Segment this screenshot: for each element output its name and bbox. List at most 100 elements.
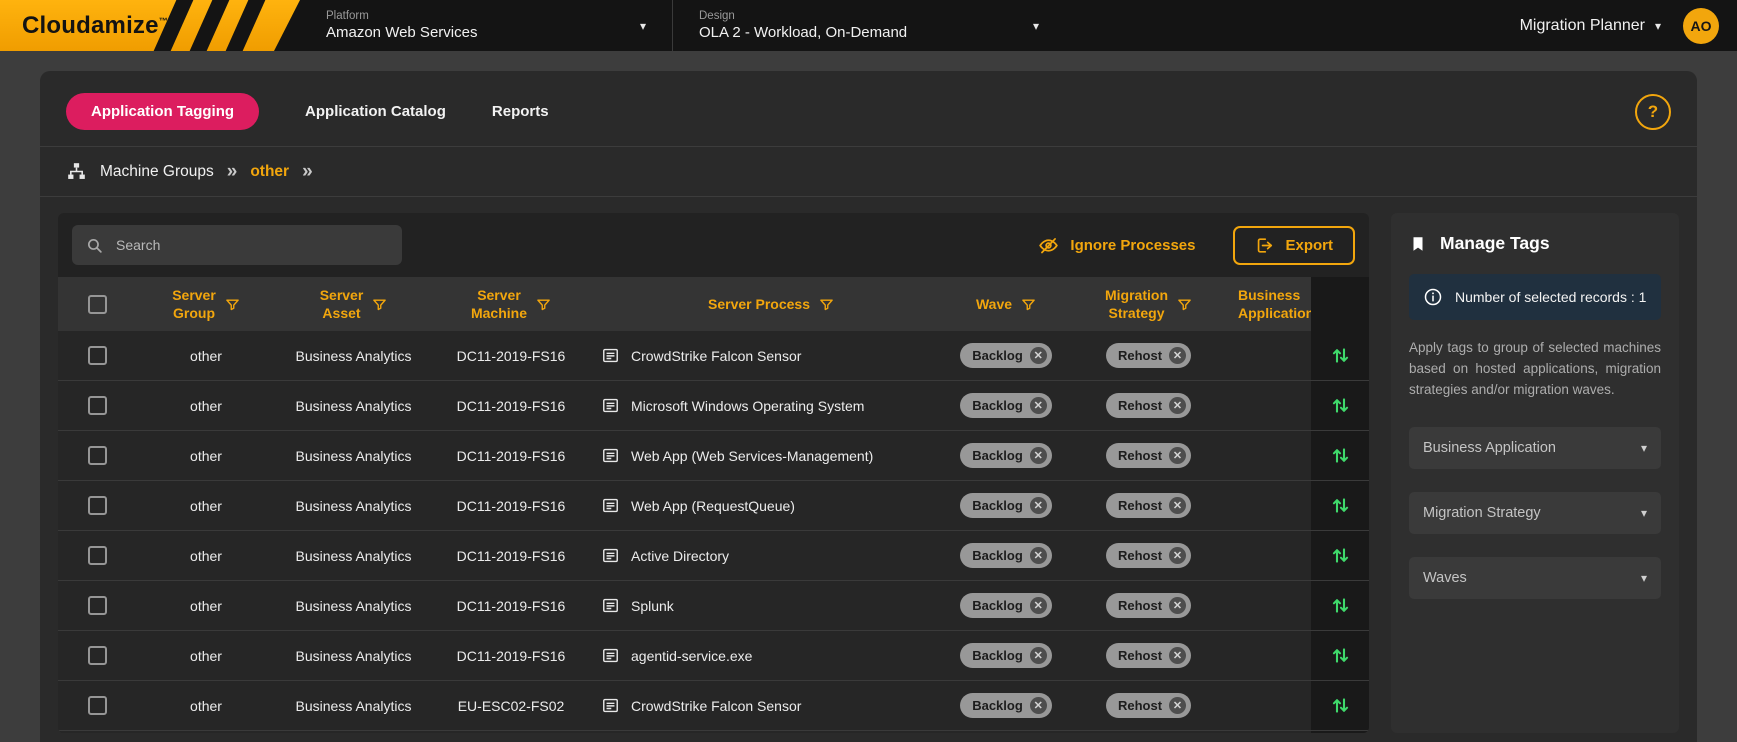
cloudamize-logo[interactable]: Cloudamize™ <box>0 0 300 51</box>
export-button[interactable]: Export <box>1233 226 1355 265</box>
cell-migration-strategy: Rehost ✕ <box>1061 331 1236 380</box>
breadcrumb-root[interactable]: Machine Groups <box>100 163 214 181</box>
wave-tag-label: Backlog <box>972 648 1023 663</box>
cell-action <box>1311 381 1369 430</box>
cell-wave: Backlog ✕ <box>951 331 1061 380</box>
remove-tag-icon[interactable]: ✕ <box>1169 347 1186 364</box>
filter-icon[interactable] <box>536 297 551 312</box>
row-checkbox[interactable] <box>88 646 107 665</box>
migration-strategy-dropdown[interactable]: Migration Strategy ▾ <box>1409 492 1661 534</box>
merge-arrows-icon[interactable] <box>1330 344 1351 367</box>
process-list-icon <box>601 446 620 465</box>
cell-server-process: Web App (RequestQueue) <box>591 481 951 530</box>
table-row: other Business Analytics EU-ESC02-FS02 C… <box>58 681 1369 731</box>
cell-action <box>1311 531 1369 580</box>
col-wave[interactable]: Wave <box>951 277 1061 331</box>
search-box[interactable] <box>72 225 402 265</box>
remove-tag-icon[interactable]: ✕ <box>1169 447 1186 464</box>
help-button[interactable]: ? <box>1635 94 1671 130</box>
row-checkbox[interactable] <box>88 546 107 565</box>
remove-tag-icon[interactable]: ✕ <box>1030 347 1047 364</box>
filter-icon[interactable] <box>372 297 387 312</box>
merge-arrows-icon[interactable] <box>1330 694 1351 717</box>
process-name: Splunk <box>631 598 674 614</box>
remove-tag-icon[interactable]: ✕ <box>1030 647 1047 664</box>
cell-server-asset: Business Analytics <box>276 431 431 480</box>
select-all-checkbox[interactable] <box>88 295 107 314</box>
col-migration-strategy[interactable]: Migration Strategy <box>1061 277 1236 331</box>
row-checkbox[interactable] <box>88 446 107 465</box>
remove-tag-icon[interactable]: ✕ <box>1169 397 1186 414</box>
remove-tag-icon[interactable]: ✕ <box>1169 697 1186 714</box>
wave-tag-label: Backlog <box>972 448 1023 463</box>
business-application-dropdown[interactable]: Business Application ▾ <box>1409 427 1661 469</box>
chevron-down-icon: ▾ <box>1033 19 1039 33</box>
export-label: Export <box>1285 237 1333 254</box>
design-label: Design <box>699 10 907 22</box>
row-checkbox-cell <box>58 481 136 530</box>
merge-arrows-icon[interactable] <box>1330 544 1351 567</box>
remove-tag-icon[interactable]: ✕ <box>1169 597 1186 614</box>
remove-tag-icon[interactable]: ✕ <box>1030 397 1047 414</box>
merge-arrows-icon[interactable] <box>1330 644 1351 667</box>
waves-dropdown[interactable]: Waves ▾ <box>1409 557 1661 599</box>
col-server-machine[interactable]: Server Machine <box>431 277 591 331</box>
row-checkbox[interactable] <box>88 596 107 615</box>
migration-planner-menu[interactable]: Migration Planner ▾ <box>1520 17 1661 35</box>
remove-tag-icon[interactable]: ✕ <box>1030 597 1047 614</box>
cell-server-machine: DC11-2019-FS16 <box>431 381 591 430</box>
col-server-group[interactable]: Server Group <box>136 277 276 331</box>
row-checkbox[interactable] <box>88 696 107 715</box>
platform-value: Amazon Web Services <box>326 24 477 41</box>
cell-server-process: Splunk <box>591 581 951 630</box>
cell-wave: Backlog ✕ <box>951 531 1061 580</box>
remove-tag-icon[interactable]: ✕ <box>1030 547 1047 564</box>
row-checkbox[interactable] <box>88 346 107 365</box>
cell-business-application <box>1236 481 1311 530</box>
breadcrumb-current[interactable]: other <box>250 163 289 181</box>
search-input[interactable] <box>114 236 388 254</box>
machine-table-card: Ignore Processes Export <box>58 213 1369 733</box>
row-checkbox-cell <box>58 381 136 430</box>
merge-arrows-icon[interactable] <box>1330 594 1351 617</box>
strategy-tag: Rehost ✕ <box>1106 493 1191 518</box>
cell-migration-strategy: Rehost ✕ <box>1061 481 1236 530</box>
col-server-process[interactable]: Server Process <box>591 277 951 331</box>
filter-icon[interactable] <box>819 297 834 312</box>
filter-icon[interactable] <box>225 297 240 312</box>
row-checkbox[interactable] <box>88 496 107 515</box>
remove-tag-icon[interactable]: ✕ <box>1169 547 1186 564</box>
merge-arrows-icon[interactable] <box>1330 494 1351 517</box>
cell-server-asset: Business Analytics <box>276 731 431 733</box>
ignore-processes-button[interactable]: Ignore Processes <box>1032 234 1201 257</box>
filter-icon[interactable] <box>1021 297 1036 312</box>
cell-server-machine: DC11-2019-FS16 <box>431 481 591 530</box>
row-checkbox-cell <box>58 631 136 680</box>
col-server-asset[interactable]: Server Asset <box>276 277 431 331</box>
remove-tag-icon[interactable]: ✕ <box>1030 497 1047 514</box>
wave-tag: Backlog ✕ <box>960 493 1052 518</box>
process-name: agentid-service.exe <box>631 648 752 664</box>
tab-application-tagging[interactable]: Application Tagging <box>66 93 259 130</box>
remove-tag-icon[interactable]: ✕ <box>1169 497 1186 514</box>
design-select[interactable]: Design OLA 2 - Workload, On-Demand ▾ <box>673 0 1065 51</box>
filter-icon[interactable] <box>1177 297 1192 312</box>
remove-tag-icon[interactable]: ✕ <box>1030 697 1047 714</box>
platform-select[interactable]: Platform Amazon Web Services ▾ <box>300 0 672 51</box>
row-checkbox-cell <box>58 681 136 730</box>
tab-application-catalog[interactable]: Application Catalog <box>305 103 446 120</box>
row-checkbox[interactable] <box>88 396 107 415</box>
tab-reports[interactable]: Reports <box>492 103 549 120</box>
merge-arrows-icon[interactable] <box>1330 394 1351 417</box>
cell-migration-strategy: Rehost ✕ <box>1061 681 1236 730</box>
remove-tag-icon[interactable]: ✕ <box>1169 647 1186 664</box>
avatar[interactable]: AO <box>1683 8 1719 44</box>
design-value: OLA 2 - Workload, On-Demand <box>699 24 907 41</box>
merge-arrows-icon[interactable] <box>1330 444 1351 467</box>
col-business-application[interactable]: Business Application <box>1236 277 1311 331</box>
cell-server-machine: DC11-2019-FS16 <box>431 531 591 580</box>
cell-server-process: Microsoft Windows Operating System <box>591 731 951 733</box>
cell-action <box>1311 331 1369 380</box>
remove-tag-icon[interactable]: ✕ <box>1030 447 1047 464</box>
table-row: other Business Analytics DC11-2019-FS16 … <box>58 331 1369 381</box>
